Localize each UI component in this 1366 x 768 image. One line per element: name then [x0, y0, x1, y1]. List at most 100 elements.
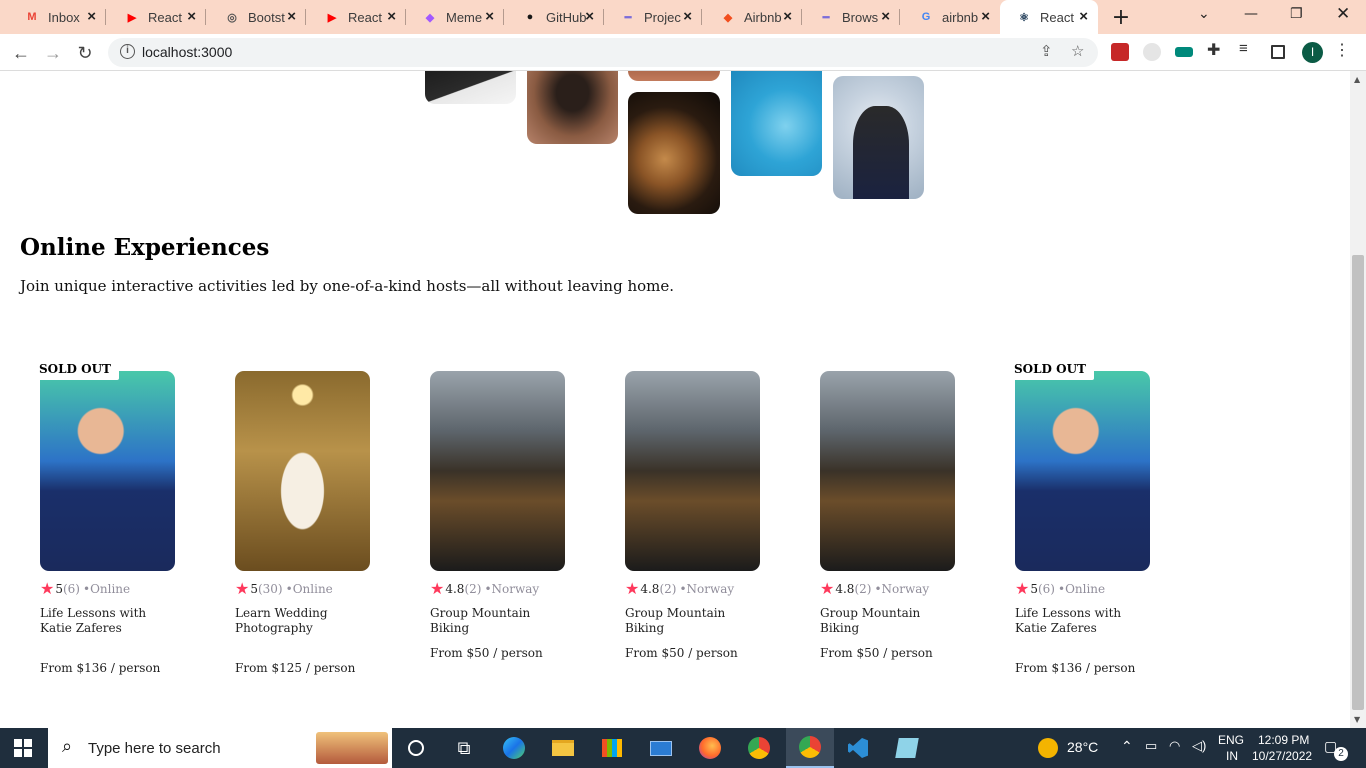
clock-date[interactable]: 10/27/2022 [1252, 749, 1312, 763]
task-view-icon[interactable]: ⧉ [449, 734, 479, 762]
card-title[interactable]: Group Mountain Biking [625, 606, 765, 636]
star-icon: ★ [625, 579, 640, 598]
chrome-active-app-icon[interactable] [786, 728, 834, 768]
wifi-icon[interactable]: ◠ [1169, 738, 1180, 754]
close-tab-icon[interactable]: × [981, 8, 990, 25]
card-rating: 4.8 [445, 581, 465, 596]
chrome-icon[interactable] [744, 734, 774, 762]
browser-tab[interactable]: ▶ React × [108, 0, 206, 34]
address-bar[interactable]: i localhost:3000 ⇪ ☆ [108, 38, 1098, 67]
close-tab-icon[interactable]: × [287, 8, 296, 25]
page-scrollbar[interactable]: ▲ ▼ [1350, 71, 1366, 728]
card-review-count: (2) [464, 581, 482, 596]
tab-title: Bootst [248, 9, 285, 25]
reload-button[interactable]: ↻ [72, 40, 98, 66]
firefox-icon[interactable] [695, 734, 725, 762]
swimmer-athlete-photo[interactable] [40, 371, 175, 571]
card-rating: 5 [250, 581, 258, 596]
browser-tab[interactable]: ━ Brows × [802, 0, 900, 34]
card-title[interactable]: Life Lessons with Katie Zaferes [1015, 606, 1155, 636]
card-location: •Online [285, 581, 333, 596]
hero-photo-dancer [527, 71, 618, 144]
site-info-icon[interactable]: i [120, 44, 135, 59]
close-tab-icon[interactable]: × [881, 8, 890, 25]
weather-icon[interactable] [1038, 738, 1058, 758]
volume-icon[interactable]: ◁) [1192, 738, 1206, 754]
close-tab-icon[interactable]: × [485, 8, 494, 25]
browser-tab[interactable]: ⚛ React × [1000, 0, 1098, 34]
card-stats: ★ 4.8 (2) •Norway [820, 579, 929, 598]
edge-browser-icon[interactable] [499, 734, 529, 762]
side-panel-icon[interactable] [1271, 45, 1285, 59]
mountain-bike-photo[interactable] [430, 371, 565, 571]
page-icon: ━ [624, 11, 632, 24]
card-stats: ★ 4.8 (2) •Norway [430, 579, 539, 598]
close-tab-icon[interactable]: × [87, 8, 96, 25]
language-indicator[interactable]: ENG [1218, 733, 1244, 747]
card-review-count: (2) [659, 581, 677, 596]
new-tab-button[interactable]: + [1108, 4, 1134, 30]
cortana-icon[interactable] [401, 734, 431, 762]
scrollbar-thumb[interactable] [1352, 255, 1364, 710]
close-window-button[interactable]: ✕ [1336, 4, 1350, 24]
taskbar-search-box[interactable]: ⌕ Type here to search [48, 728, 392, 768]
clock-time[interactable]: 12:09 PM [1258, 733, 1309, 747]
scroll-down-arrow-icon[interactable]: ▼ [1354, 715, 1360, 724]
google-icon: G [921, 11, 931, 23]
back-button[interactable]: ← [8, 40, 34, 66]
forward-button[interactable]: → [40, 40, 66, 66]
share-icon[interactable]: ⇪ [1040, 42, 1053, 60]
close-tab-icon[interactable]: × [783, 8, 792, 25]
restore-button[interactable]: ❐ [1290, 6, 1303, 22]
card-title[interactable]: Learn Wedding Photography [235, 606, 375, 636]
microsoft-store-icon[interactable] [597, 734, 627, 762]
bookmark-star-icon[interactable]: ☆ [1071, 42, 1084, 60]
browser-menu-icon[interactable]: ⋮ [1334, 40, 1352, 59]
close-tab-icon[interactable]: × [387, 8, 396, 25]
card-location: •Norway [874, 581, 930, 596]
close-tab-icon[interactable]: × [1079, 8, 1088, 25]
notepad-icon[interactable] [892, 734, 922, 762]
close-tab-icon[interactable]: × [187, 8, 196, 25]
swimmer-athlete-photo[interactable] [1015, 371, 1150, 571]
battery-icon[interactable]: ▭ [1145, 738, 1157, 754]
browser-tab[interactable]: ▶ React × [308, 0, 406, 34]
vscode-icon[interactable] [843, 734, 873, 762]
profile-avatar[interactable]: I [1302, 42, 1323, 63]
card-title[interactable]: Life Lessons with Katie Zaferes [40, 606, 180, 636]
browser-tab[interactable]: ◎ Bootst × [208, 0, 306, 34]
section-title: Online Experiences [20, 234, 270, 261]
extension-icon[interactable] [1111, 43, 1129, 61]
weather-temperature[interactable]: 28°C [1067, 739, 1098, 755]
file-explorer-icon[interactable] [548, 734, 578, 762]
extension-icon[interactable] [1143, 43, 1161, 61]
tab-title: React [148, 9, 182, 25]
browser-tab[interactable]: Gairbnb × [902, 0, 1000, 34]
browser-tab[interactable]: ◆ Airbnb × [704, 0, 802, 34]
input-region[interactable]: IN [1226, 749, 1238, 763]
mountain-bike-photo[interactable] [625, 371, 760, 571]
scroll-up-arrow-icon[interactable]: ▲ [1354, 75, 1360, 84]
extensions-puzzle-icon[interactable]: ✚ [1207, 40, 1225, 59]
windows-start-icon[interactable] [8, 734, 38, 762]
close-tab-icon[interactable]: × [585, 8, 594, 25]
minimize-button[interactable]: — [1244, 6, 1258, 22]
mail-icon[interactable] [646, 734, 676, 762]
browser-tab[interactable]: ━ Projec × [604, 0, 702, 34]
mountain-bike-photo[interactable] [820, 371, 955, 571]
url-text[interactable]: localhost:3000 [142, 44, 232, 60]
media-control-icon[interactable]: ≡ [1239, 40, 1257, 58]
windows-taskbar: ⌕ Type here to search ⧉ 28°C ⌃ ▭ ◠ ◁) EN… [0, 728, 1366, 768]
card-title[interactable]: Group Mountain Biking [820, 606, 960, 636]
browser-tab[interactable]: ◆ Meme × [406, 0, 504, 34]
card-price: From $50 / person [820, 646, 933, 660]
wedding-bride-photo[interactable] [235, 371, 370, 571]
extension-icon[interactable] [1175, 47, 1193, 57]
card-title[interactable]: Group Mountain Biking [430, 606, 570, 636]
card-review-count: (6) [1037, 581, 1055, 596]
hidden-icons-chevron-icon[interactable]: ⌃ [1121, 738, 1133, 755]
browser-tab[interactable]: M Inbox × [8, 0, 106, 34]
tab-search-chevron-icon[interactable]: ⌄ [1198, 6, 1210, 22]
browser-tab[interactable]: ● GitHub × [506, 0, 604, 34]
close-tab-icon[interactable]: × [683, 8, 692, 25]
